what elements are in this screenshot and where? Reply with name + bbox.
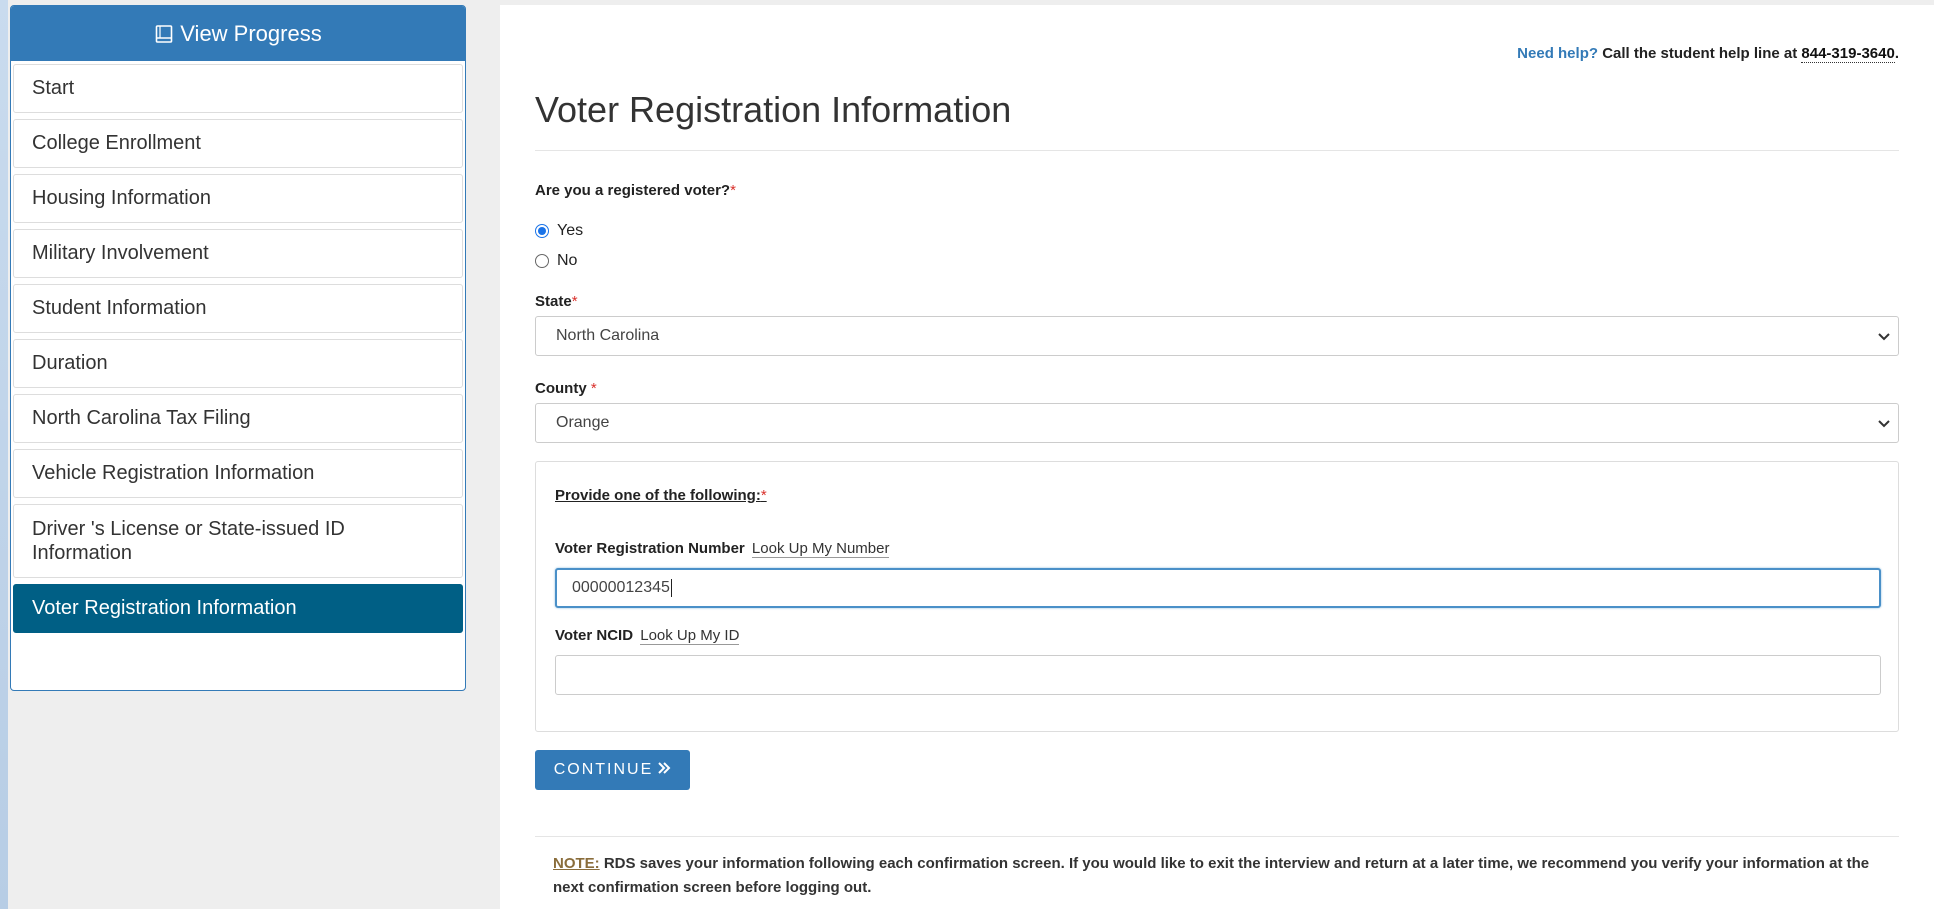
page-left-stripe — [0, 0, 8, 909]
progress-sidebar: View Progress Start College Enrollment H… — [10, 5, 466, 691]
main-content: Need help? Call the student help line at… — [500, 5, 1934, 909]
help-text: Call the student help line at — [1602, 45, 1798, 62]
chevron-down-icon — [1878, 415, 1890, 431]
sidebar-item-label: Voter Registration Information — [32, 597, 297, 619]
radio-no-option[interactable]: No — [535, 252, 577, 270]
note-label: NOTE: — [553, 855, 600, 872]
provide-one-heading: Provide one of the following:* — [555, 487, 767, 504]
double-chevron-right-icon — [657, 761, 671, 780]
look-up-my-number-link[interactable]: Look Up My Number — [751, 540, 890, 558]
sidebar-item-label: Military Involvement — [32, 242, 209, 264]
text-caret — [670, 579, 672, 597]
sidebar-item-label: Vehicle Registration Information — [32, 462, 315, 484]
sidebar-item-label: Student Information — [32, 297, 207, 319]
radio-no-label: No — [557, 252, 578, 269]
radio-yes[interactable] — [535, 224, 549, 238]
book-icon — [154, 24, 174, 44]
look-up-my-id-link[interactable]: Look Up My ID — [640, 627, 740, 645]
progress-step-list: Start College Enrollment Housing Informa… — [11, 61, 465, 633]
voter-ncid-input[interactable] — [555, 655, 1881, 695]
sidebar-item-voter-registration[interactable]: Voter Registration Information — [13, 584, 463, 633]
title-divider — [535, 150, 1899, 151]
voter-id-fieldset: Provide one of the following:* Voter Reg… — [535, 461, 1899, 732]
note-divider — [535, 836, 1899, 837]
county-select[interactable]: Orange — [535, 403, 1899, 443]
voter-reg-number-label: Voter Registration Number Look Up My Num… — [555, 540, 890, 558]
save-note: NOTE: RDS saves your information followi… — [553, 852, 1893, 900]
continue-button-label: CONTINUE — [553, 761, 654, 778]
help-phone-link[interactable]: 844-319-3640 — [1801, 45, 1895, 63]
need-help-label: Need help? — [1517, 45, 1599, 62]
required-asterisk: * — [730, 182, 736, 199]
radio-yes-option[interactable]: Yes — [535, 222, 583, 240]
view-progress-label: View Progress — [180, 20, 322, 46]
page-title: Voter Registration Information — [535, 89, 1012, 130]
voter-ncid-label: Voter NCID Look Up My ID — [555, 627, 740, 645]
help-line: Need help? Call the student help line at… — [1517, 45, 1899, 63]
sidebar-item-housing-information[interactable]: Housing Information — [13, 174, 463, 223]
sidebar-item-label: Driver 's License or State-issued ID Inf… — [32, 518, 345, 564]
voter-reg-number-label-text: Voter Registration Number — [555, 540, 745, 557]
voter-ncid-label-text: Voter NCID — [555, 627, 634, 644]
voter-reg-number-input[interactable]: 00000012345 — [555, 568, 1881, 608]
state-label: State* — [535, 293, 578, 310]
sidebar-item-drivers-license[interactable]: Driver 's License or State-issued ID Inf… — [13, 504, 463, 578]
sidebar-item-nc-tax-filing[interactable]: North Carolina Tax Filing — [13, 394, 463, 443]
state-label-text: State — [535, 293, 572, 310]
state-select[interactable]: North Carolina — [535, 316, 1899, 356]
provide-one-heading-text: Provide one of the following: — [555, 487, 761, 504]
note-text: RDS saves your information following eac… — [553, 855, 1870, 896]
required-asterisk: * — [590, 380, 597, 397]
required-asterisk: * — [760, 487, 767, 504]
continue-button[interactable]: CONTINUE — [535, 750, 690, 790]
sidebar-item-military-involvement[interactable]: Military Involvement — [13, 229, 463, 278]
required-asterisk: * — [571, 293, 578, 310]
chevron-down-icon — [1878, 328, 1890, 344]
sidebar-item-vehicle-registration[interactable]: Vehicle Registration Information — [13, 449, 463, 498]
state-select-value: North Carolina — [556, 327, 660, 344]
sidebar-item-student-information[interactable]: Student Information — [13, 284, 463, 333]
sidebar-item-label: North Carolina Tax Filing — [32, 407, 251, 429]
sidebar-item-label: College Enrollment — [32, 132, 201, 154]
radio-no[interactable] — [535, 254, 549, 268]
voter-reg-number-value: 00000012345 — [572, 579, 670, 596]
sidebar-item-start[interactable]: Start — [13, 64, 463, 113]
sidebar-item-college-enrollment[interactable]: College Enrollment — [13, 119, 463, 168]
sidebar-item-label: Housing Information — [32, 187, 211, 209]
view-progress-header[interactable]: View Progress — [11, 6, 465, 61]
registered-voter-question: Are you a registered voter?* — [535, 182, 736, 199]
sidebar-item-label: Duration — [32, 352, 108, 374]
sidebar-item-label: Start — [32, 77, 75, 99]
county-label: County * — [535, 380, 597, 397]
county-label-text: County — [535, 380, 587, 397]
sidebar-item-duration[interactable]: Duration — [13, 339, 463, 388]
help-period: . — [1894, 45, 1899, 62]
radio-yes-label: Yes — [557, 222, 584, 239]
registered-voter-question-text: Are you a registered voter? — [535, 182, 731, 199]
county-select-value: Orange — [556, 414, 610, 431]
